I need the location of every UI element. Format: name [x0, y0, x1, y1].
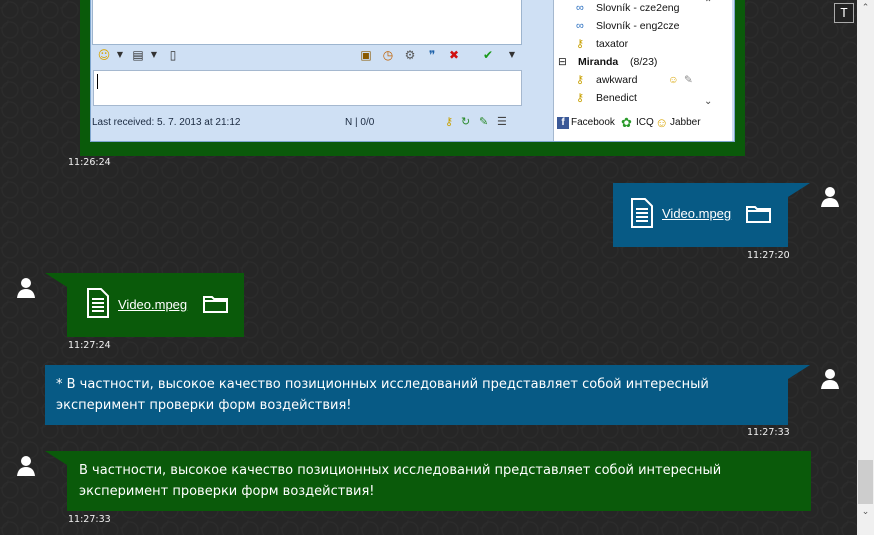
dictionary-icon: ∞: [576, 20, 584, 32]
incoming-message-bubble: Video.mpeg: [45, 273, 244, 337]
contact-name: Slovník - cze2eng: [596, 2, 680, 14]
contact-list-scrollbar[interactable]: ⌃ ⌄: [704, 0, 716, 112]
folder-icon[interactable]: [203, 295, 228, 313]
refresh-icon[interactable]: ↻: [461, 115, 470, 128]
avatar-icon: [17, 278, 35, 298]
file-link[interactable]: Video.mpeg: [662, 206, 731, 221]
message-toolbar: ☺ ▼ ▤ ▼ ▯ ▣ ◷ ⚙ ❞ ✖ ✔ ▼: [91, 45, 529, 67]
text-caret: [97, 74, 98, 89]
document-icon[interactable]: [631, 198, 653, 228]
document-icon[interactable]: [87, 288, 109, 318]
message-timestamp: 11:27:33: [747, 427, 790, 438]
scrollbar-thumb[interactable]: [858, 460, 873, 504]
message-input[interactable]: [93, 70, 522, 106]
last-received-text: Last received: 5. 7. 2013 at 21:12: [92, 117, 241, 128]
contact-name: taxator: [596, 38, 629, 50]
scroll-up-icon[interactable]: ⌃: [704, 0, 712, 9]
history-pane: [92, 0, 522, 45]
status-bar: Last received: 5. 7. 2013 at 21:12 N | 0…: [91, 112, 529, 137]
user-details-icon[interactable]: ▣: [359, 48, 373, 62]
protocol-bar: f Facebook ✿ ICQ ☺ Jabber: [554, 114, 732, 134]
message-text: * В частности, высокое качество позицион…: [56, 377, 709, 413]
message-text: В частности, высокое качество позиционны…: [79, 463, 722, 499]
key-icon: ⚷: [576, 92, 585, 104]
settings-icon[interactable]: ⚙: [403, 48, 417, 62]
group-name: Miranda: [578, 56, 619, 68]
status-mode-text: N | 0/0: [345, 117, 375, 128]
protocol-label[interactable]: Jabber: [670, 117, 701, 128]
protocol-label[interactable]: Facebook: [571, 117, 615, 128]
smiley-icon[interactable]: ☺: [97, 48, 111, 62]
embedded-screenshot: ☺ ▼ ▤ ▼ ▯ ▣ ◷ ⚙ ❞ ✖ ✔ ▼ Last received: 5…: [90, 0, 735, 142]
avatar-icon: [821, 187, 839, 207]
contact-name: Benedict: [596, 92, 637, 104]
message-timestamp: 11:27:24: [68, 340, 111, 351]
group-count: (8/23): [630, 56, 658, 68]
dictionary-icon: ∞: [576, 2, 584, 14]
typing-icon[interactable]: ✎: [479, 115, 488, 128]
text-mode-button[interactable]: T: [834, 3, 854, 23]
file-link[interactable]: Video.mpeg: [118, 297, 187, 312]
icq-flower-icon[interactable]: ✿: [621, 115, 632, 131]
message-timestamp: 11:27:20: [747, 250, 790, 261]
scroll-down-icon[interactable]: ⌄: [704, 96, 712, 107]
avatar-icon: [821, 369, 839, 389]
list-icon[interactable]: ☰: [497, 115, 507, 128]
history-icon[interactable]: ◷: [381, 48, 395, 62]
chevron-down-icon[interactable]: ▼: [147, 48, 161, 62]
collapse-icon[interactable]: ⊟: [558, 54, 567, 70]
facebook-icon[interactable]: f: [557, 117, 569, 129]
contact-card-icon[interactable]: ▤: [131, 48, 145, 62]
smiley-icon: ☺: [668, 74, 679, 86]
scroll-up-icon[interactable]: ⌃: [857, 0, 874, 17]
window-icon[interactable]: ▯: [166, 48, 180, 62]
outgoing-message-bubble: Video.mpeg: [613, 183, 810, 247]
key-icon: ⚷: [576, 74, 585, 86]
key-icon: ⚷: [576, 38, 585, 50]
contact-list-panel: ∞ Slovník - cze2eng ∞ Slovník - eng2cze …: [553, 0, 732, 141]
jabber-icon[interactable]: ☺: [655, 115, 668, 130]
protocol-label[interactable]: ICQ: [636, 117, 654, 128]
quote-icon[interactable]: ❞: [425, 48, 439, 62]
note-icon: ✎: [684, 74, 693, 86]
outgoing-message-bubble: * В частности, высокое качество позицион…: [45, 365, 810, 425]
avatar-icon: [17, 456, 35, 476]
vertical-scrollbar[interactable]: ⌃ ⌄: [857, 0, 874, 535]
folder-icon[interactable]: [746, 205, 771, 223]
contact-name: Slovník - eng2cze: [596, 20, 680, 32]
message-timestamp: 11:26:24: [68, 157, 111, 168]
chevron-down-icon[interactable]: ▼: [505, 48, 519, 62]
scroll-down-icon[interactable]: ⌄: [857, 504, 874, 521]
incoming-message-bubble: В частности, высокое качество позиционны…: [45, 451, 811, 511]
close-icon[interactable]: ✖: [447, 48, 461, 62]
message-timestamp: 11:27:33: [68, 514, 111, 525]
key-icon[interactable]: ⚷: [445, 115, 453, 128]
send-check-icon[interactable]: ✔: [481, 48, 495, 62]
contact-name: awkward: [596, 74, 638, 86]
chevron-down-icon[interactable]: ▼: [113, 48, 127, 62]
